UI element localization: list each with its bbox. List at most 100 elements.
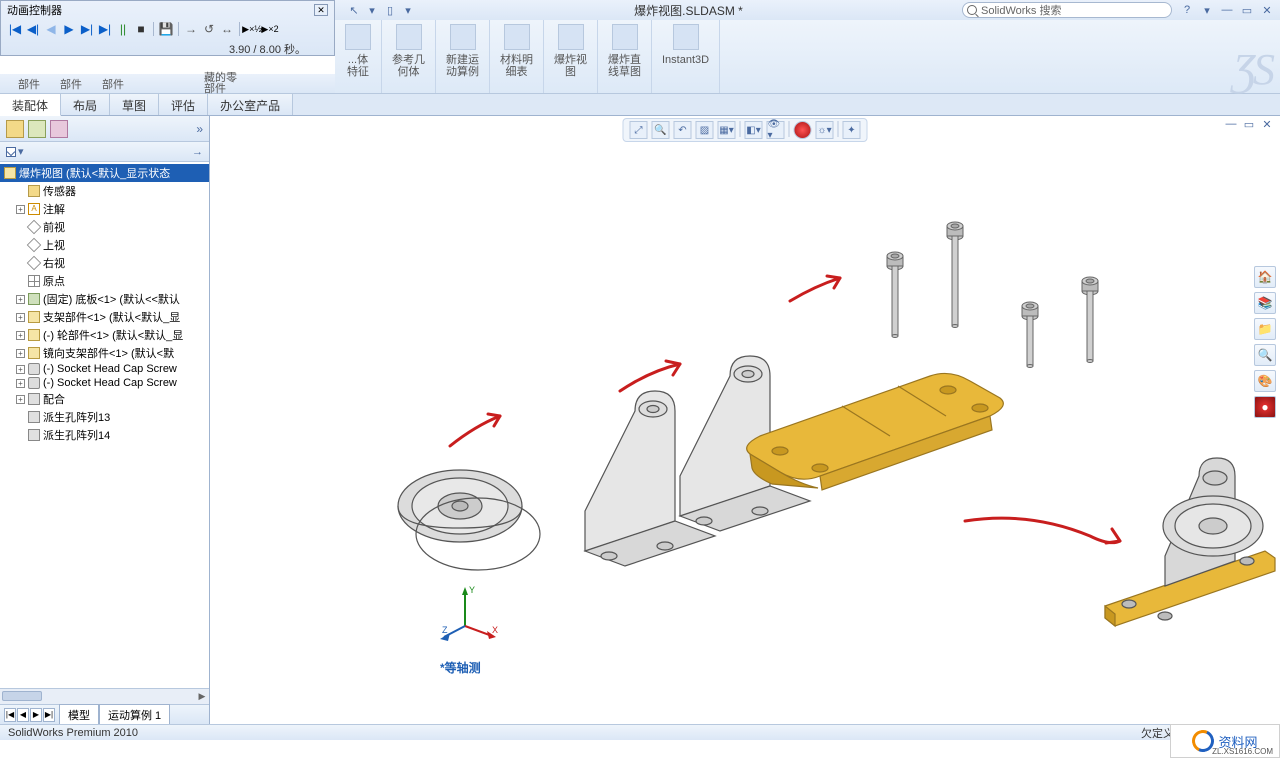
tab-office[interactable]: 办公室产品 xyxy=(208,94,293,115)
tab-model[interactable]: 模型 xyxy=(59,704,99,726)
loop-once-icon[interactable]: → xyxy=(183,21,199,37)
section-view-icon[interactable]: ▨ xyxy=(696,121,714,139)
tree-item[interactable]: +(-) Socket Head Cap Screw xyxy=(0,376,209,390)
tab-sketch[interactable]: 草图 xyxy=(110,94,159,115)
expand-icon[interactable]: + xyxy=(16,295,25,304)
tree-root[interactable]: 爆炸视图 (默认<默认_显示状态 xyxy=(0,164,209,182)
tab-nav-first-icon[interactable]: |◀ xyxy=(4,708,16,722)
tree-item[interactable]: 原点 xyxy=(0,272,209,290)
ribbon-group-explodeline[interactable]: 爆炸直 线草图 xyxy=(598,20,652,93)
tree-item[interactable]: 派生孔阵列14 xyxy=(0,426,209,444)
tree-item[interactable]: +(固定) 底板<1> (默认<<默认 xyxy=(0,290,209,308)
tab-assembly[interactable]: 装配体 xyxy=(0,94,61,116)
clipboard-icon[interactable]: ▯ xyxy=(383,3,397,17)
render-icon[interactable]: ✦ xyxy=(843,121,861,139)
viewport-restore-icon[interactable]: ▭ xyxy=(1242,118,1256,132)
scene-icon[interactable]: ☼▾ xyxy=(816,121,834,139)
tree-item[interactable]: +配合 xyxy=(0,390,209,408)
maximize-icon[interactable]: ▭ xyxy=(1240,3,1254,17)
tree-item[interactable]: +(-) 轮部件<1> (默认<默认_显 xyxy=(0,326,209,344)
tree-item[interactable]: 传感器 xyxy=(0,182,209,200)
design-library-icon[interactable]: 📚 xyxy=(1254,292,1276,314)
tab-evaluate[interactable]: 评估 xyxy=(159,94,208,115)
expand-icon[interactable]: + xyxy=(16,205,25,214)
help-icon[interactable]: ? xyxy=(1180,3,1194,17)
expand-icon[interactable]: + xyxy=(16,313,25,322)
search-input[interactable]: SolidWorks 搜索 xyxy=(962,2,1172,18)
tree-item[interactable]: +镜向支架部件<1> (默认<默 xyxy=(0,344,209,362)
plane-icon xyxy=(27,220,41,234)
play-icon[interactable]: ▶ xyxy=(61,21,77,37)
save-animation-icon[interactable]: 💾 xyxy=(158,21,174,37)
property-manager-icon[interactable] xyxy=(28,120,46,138)
ribbon-group-features[interactable]: ...体 特征 xyxy=(335,20,382,93)
tab-nav-next-icon[interactable]: ▶ xyxy=(30,708,42,722)
expand-icon[interactable]: + xyxy=(16,365,25,374)
feature-tree-icon[interactable] xyxy=(6,120,24,138)
feature-tree[interactable]: 爆炸视图 (默认<默认_显示状态 传感器+A注解前视上视右视原点+(固定) 底板… xyxy=(0,162,209,688)
tree-item[interactable]: 前视 xyxy=(0,218,209,236)
step-forward-icon[interactable]: ▶| xyxy=(79,21,95,37)
scroll-right-icon[interactable]: ▶ xyxy=(195,689,209,703)
panel-flyout-icon[interactable]: » xyxy=(196,122,203,136)
pingpong-icon[interactable]: ↔ xyxy=(219,21,235,37)
display-style-icon[interactable]: ◧▾ xyxy=(745,121,763,139)
previous-view-icon[interactable]: ↶ xyxy=(674,121,692,139)
tab-layout[interactable]: 布局 xyxy=(61,94,110,115)
close-icon[interactable]: ✕ xyxy=(1260,3,1274,17)
stop-icon[interactable]: ■ xyxy=(133,21,149,37)
dropdown-icon[interactable]: ▾ xyxy=(401,3,415,17)
zoom-fit-icon[interactable]: ⤢ xyxy=(630,121,648,139)
scroll-thumb[interactable] xyxy=(2,691,42,701)
filter-dropdown[interactable]: ▾ xyxy=(6,145,24,158)
ribbon-group-motion[interactable]: 新建运 动算例 xyxy=(436,20,490,93)
ribbon-group-refgeom[interactable]: 参考几 何体 xyxy=(382,20,436,93)
viewport-close-icon[interactable]: ✕ xyxy=(1260,118,1274,132)
skip-end-icon[interactable]: ▶| xyxy=(97,21,113,37)
pause-icon[interactable]: || xyxy=(115,21,131,37)
view-orientation-icon[interactable]: ▦▾ xyxy=(718,121,736,139)
ribbon-group-exploded[interactable]: 爆炸视 图 xyxy=(544,20,598,93)
home-icon[interactable]: 🏠 xyxy=(1254,266,1276,288)
configuration-manager-icon[interactable] xyxy=(50,120,68,138)
animation-controller-window[interactable]: 动画控制器 ✕ |◀ ◀| ◀ ▶ ▶| ▶| || ■ 💾 → ↺ ↔ ▶×½… xyxy=(0,0,335,56)
skip-start-icon[interactable]: |◀ xyxy=(7,21,23,37)
tree-item[interactable]: 上视 xyxy=(0,236,209,254)
play-back-icon[interactable]: ◀ xyxy=(43,21,59,37)
appearance-icon[interactable] xyxy=(794,121,812,139)
tree-item[interactable]: 右视 xyxy=(0,254,209,272)
cursor-tool-icon[interactable]: ↖ xyxy=(347,3,361,17)
expand-icon[interactable]: + xyxy=(16,379,25,388)
loop-icon[interactable]: ↺ xyxy=(201,21,217,37)
custom-props-icon[interactable]: ● xyxy=(1254,396,1276,418)
tree-item[interactable]: +支架部件<1> (默认<默认_显 xyxy=(0,308,209,326)
close-icon[interactable]: ✕ xyxy=(314,4,328,16)
ribbon-group-bom[interactable]: 材料明 细表 xyxy=(490,20,544,93)
ribbon-group-instant3d[interactable]: Instant3D xyxy=(652,20,720,93)
view-palette-icon[interactable]: 🔍 xyxy=(1254,344,1276,366)
file-explorer-icon[interactable]: 📁 xyxy=(1254,318,1276,340)
dropdown-icon[interactable]: ▾ xyxy=(1200,3,1214,17)
appearances-icon[interactable]: 🎨 xyxy=(1254,370,1276,392)
dropdown-icon[interactable]: ▾ xyxy=(365,3,379,17)
expand-icon[interactable]: + xyxy=(16,331,25,340)
tree-hscrollbar[interactable]: ◀ ▶ xyxy=(0,688,209,704)
tab-nav-last-icon[interactable]: ▶| xyxy=(43,708,55,722)
expand-icon[interactable]: + xyxy=(16,395,25,404)
filter-flyout-icon[interactable]: → xyxy=(192,146,203,158)
double-speed-icon[interactable]: ▶×2 xyxy=(262,21,278,37)
tree-item[interactable]: +A注解 xyxy=(0,200,209,218)
expand-icon[interactable]: + xyxy=(16,349,25,358)
status-product: SolidWorks Premium 2010 xyxy=(8,727,138,739)
viewport-minimize-icon[interactable]: — xyxy=(1224,118,1238,132)
tab-nav-prev-icon[interactable]: ◀ xyxy=(17,708,29,722)
tab-motion-study-1[interactable]: 运动算例 1 xyxy=(99,704,170,726)
step-back-icon[interactable]: ◀| xyxy=(25,21,41,37)
minimize-icon[interactable]: — xyxy=(1220,3,1234,17)
tree-item[interactable]: +(-) Socket Head Cap Screw xyxy=(0,362,209,376)
hide-show-icon[interactable]: 👁▾ xyxy=(767,121,785,139)
half-speed-icon[interactable]: ▶×½ xyxy=(244,21,260,37)
graphics-viewport[interactable]: ⤢ 🔍 ↶ ▨ ▦▾ ◧▾ 👁▾ ☼▾ ✦ — ▭ ✕ 🏠 📚 📁 🔍 🎨 ● … xyxy=(210,116,1280,724)
zoom-area-icon[interactable]: 🔍 xyxy=(652,121,670,139)
tree-item[interactable]: 派生孔阵列13 xyxy=(0,408,209,426)
